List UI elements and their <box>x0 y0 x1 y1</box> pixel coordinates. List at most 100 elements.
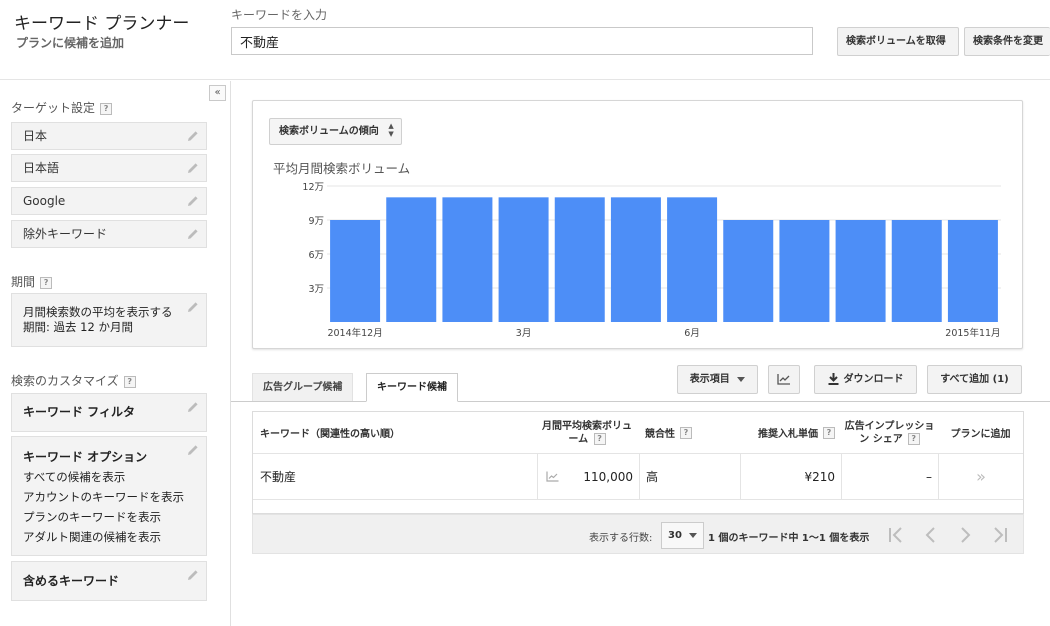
chart-bar <box>891 220 942 322</box>
sidebar-item-period[interactable]: 月間検索数の平均を表示する 期間: 過去 12 か月間 <box>11 293 207 347</box>
sidebar-item-negative-keywords[interactable]: 除外キーワード <box>11 220 207 248</box>
chart-bar <box>330 220 381 322</box>
pencil-icon <box>188 402 198 412</box>
chart-bar <box>498 197 549 322</box>
sidebar: « ターゲット設定? 日本 日本語 Google 除外キーワード 期間? 月間検… <box>0 81 231 626</box>
header-cpc[interactable]: 推奨入札単価? <box>740 412 841 453</box>
rows-per-page-value: 30 <box>668 530 682 541</box>
last-page-icon[interactable] <box>988 524 1012 546</box>
sidebar-item-network[interactable]: Google <box>11 187 207 215</box>
sidebar-item-label: 日本 <box>23 129 48 143</box>
sidebar-item-label: 除外キーワード <box>23 227 108 241</box>
period-title: 期間 <box>11 275 36 289</box>
help-icon[interactable]: ? <box>907 432 920 445</box>
keyword-options-title: キーワード オプション <box>23 450 148 464</box>
header-keyword-label: キーワード（関連性の高い順） <box>260 429 400 440</box>
header-volume-text: 月間平均検索ボリューム <box>542 420 632 445</box>
line-chart-icon <box>777 374 790 385</box>
pencil-icon <box>188 302 198 312</box>
get-search-volume-button[interactable]: 検索ボリュームを取得 <box>837 27 959 56</box>
include-keywords-title: 含めるキーワード <box>23 574 120 588</box>
customize-section-title: 検索のカスタマイズ? <box>11 372 136 389</box>
customize-title: 検索のカスタマイズ <box>11 374 119 388</box>
y-tick-label: 12万 <box>302 182 324 193</box>
keyword-option-line: アカウントのキーワードを表示 <box>23 490 184 504</box>
chart-bar <box>554 197 605 322</box>
sidebar-item-keyword-options[interactable]: キーワード オプション すべての候補を表示 アカウントのキーワードを表示 プラン… <box>11 436 207 556</box>
help-icon[interactable]: ? <box>123 375 136 388</box>
chart-bar <box>723 220 774 322</box>
header-impression-share[interactable]: 広告インプレッション シェア? <box>841 412 938 453</box>
keyword-input-label: キーワードを入力 <box>231 8 328 22</box>
chart-card: 検索ボリュームの傾向 ▲ ▼ 平均月間検索ボリューム 3万 6万 9万 12万 2014年… <box>252 100 1023 349</box>
download-button[interactable]: ダウンロード <box>814 365 917 394</box>
rows-per-page-select[interactable]: 30 <box>661 522 704 549</box>
caret-down-icon <box>689 533 697 538</box>
targeting-section-title: ターゲット設定? <box>11 99 113 116</box>
keyword-input[interactable]: 不動産 <box>231 27 813 55</box>
keyword-option-line: アダルト関連の候補を表示 <box>23 530 161 544</box>
chart-bar <box>442 197 493 322</box>
period-line-1: 月間検索数の平均を表示する <box>23 305 173 319</box>
sidebar-item-include-keywords[interactable]: 含めるキーワード <box>11 561 207 601</box>
trend-dropdown[interactable]: 検索ボリュームの傾向 ▲ ▼ <box>269 118 402 145</box>
trend-chart-icon[interactable] <box>546 471 559 482</box>
columns-button[interactable]: 表示項目 <box>677 365 758 394</box>
chart-bar <box>947 220 998 322</box>
impression-share-cell: – <box>841 454 938 499</box>
help-icon[interactable]: ? <box>680 426 692 439</box>
sidebar-item-language[interactable]: 日本語 <box>11 154 207 182</box>
chart-toggle-button[interactable] <box>768 365 800 394</box>
keyword-cell: 不動産 <box>260 470 297 484</box>
y-tick-label: 9万 <box>308 216 324 227</box>
sidebar-item-keyword-filter[interactable]: キーワード フィルタ <box>11 393 207 432</box>
header-keyword[interactable]: キーワード（関連性の高い順） <box>253 412 537 453</box>
app-subtitle: プランに候補を追加 <box>16 36 125 50</box>
table-footer-space <box>253 500 1023 513</box>
pencil-icon <box>188 229 198 239</box>
add-to-plan-button[interactable]: » <box>938 454 1023 499</box>
pencil-icon <box>188 131 198 141</box>
tab-adgroup-ideas[interactable]: 広告グループ候補 <box>252 373 354 401</box>
pencil-icon <box>188 196 198 206</box>
result-range-text: 1 個のキーワード中 1～1 個を表示 <box>708 533 870 544</box>
previous-page-icon[interactable] <box>919 524 943 546</box>
download-button-label: ダウンロード <box>843 374 904 385</box>
cpc-cell: ¥210 <box>740 454 841 499</box>
pencil-icon <box>188 570 198 580</box>
chart-bar <box>610 197 661 322</box>
x-tick-label: 2014年12月 <box>327 327 382 339</box>
next-page-icon[interactable] <box>953 524 977 546</box>
help-icon[interactable]: ? <box>823 426 835 439</box>
first-page-icon[interactable] <box>884 524 908 546</box>
caret-down-icon <box>737 376 746 382</box>
y-tick-label: 3万 <box>308 284 324 295</box>
change-conditions-button[interactable]: 検索条件を変更 <box>964 27 1050 56</box>
header-volume[interactable]: 月間平均検索ボリューム ? <box>537 412 639 453</box>
help-icon[interactable]: ? <box>593 432 606 445</box>
help-icon[interactable]: ? <box>40 276 53 289</box>
header-competition[interactable]: 競合性? <box>639 412 740 453</box>
targeting-title: ターゲット設定 <box>11 101 96 115</box>
x-tick-label: 3月 <box>516 328 532 339</box>
header-impression-share-label: 広告インプレッション シェア? <box>844 420 936 446</box>
chart-title: 平均月間検索ボリューム <box>273 161 411 176</box>
rows-per-page-label: 表示する行数: <box>589 533 653 544</box>
sidebar-item-location[interactable]: 日本 <box>11 122 207 150</box>
collapse-sidebar-button[interactable]: « <box>209 85 226 101</box>
period-section-title: 期間? <box>11 273 53 290</box>
help-icon[interactable]: ? <box>100 102 113 115</box>
chart-bar <box>835 220 886 322</box>
volume-cell: 110,000 <box>537 454 639 499</box>
pagination-bar: 表示する行数: 30 1 個のキーワード中 1～1 個を表示 <box>252 514 1024 554</box>
table-header-row: キーワード（関連性の高い順） 月間平均検索ボリューム ? 競合性? 推奨入札単価… <box>253 412 1023 454</box>
header-competition-label: 競合性 <box>645 429 675 440</box>
columns-button-label: 表示項目 <box>689 374 730 385</box>
x-tick-label: 2015年11月 <box>945 327 1000 339</box>
keyword-option-line: プランのキーワードを表示 <box>23 510 161 524</box>
download-icon <box>828 373 838 385</box>
add-all-button[interactable]: すべて追加 (1) <box>927 365 1022 394</box>
updown-arrows-icon: ▲ ▼ <box>388 122 394 138</box>
keyword-filter-title: キーワード フィルタ <box>23 405 135 419</box>
tab-keyword-ideas[interactable]: キーワード候補 <box>366 373 458 402</box>
